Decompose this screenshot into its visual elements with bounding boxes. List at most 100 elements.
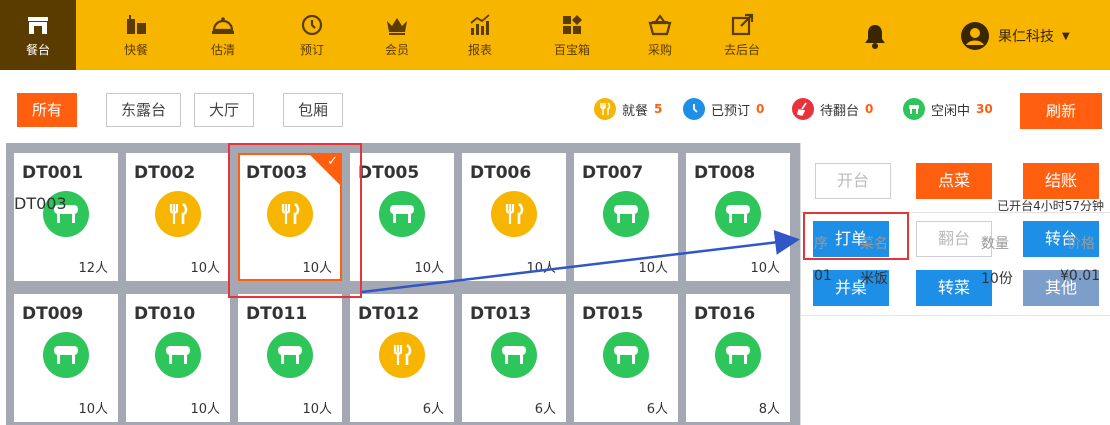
nav-toolbox[interactable]: 百宝箱	[540, 0, 604, 70]
table-capacity: 8人	[758, 402, 780, 417]
filter-private-room[interactable]: 包厢	[283, 93, 344, 127]
table-icon	[155, 332, 201, 378]
table-icon	[903, 98, 925, 120]
table-card[interactable]: DT006 10人	[462, 153, 566, 281]
nav-tables[interactable]: 餐台	[0, 0, 76, 70]
nav-label: 百宝箱	[553, 43, 590, 57]
cutlery-icon	[491, 191, 537, 237]
table-name: DT006	[470, 163, 532, 183]
table-card[interactable]: DT010 10人	[126, 294, 230, 422]
table-card[interactable]: DT002 10人	[126, 153, 230, 281]
nav-purchase[interactable]: 采购	[630, 0, 690, 70]
nav-sold-out[interactable]: 估清	[193, 0, 253, 70]
status-label: 已预订	[711, 103, 751, 119]
order-table-name: DT003	[14, 194, 67, 213]
nav-member[interactable]: 会员	[367, 0, 427, 70]
table-name: DT013	[470, 304, 532, 324]
chevron-down-icon: ▼	[1062, 30, 1070, 42]
table-name: DT008	[694, 163, 756, 183]
table-capacity: 10人	[78, 402, 108, 417]
status-count: 5	[654, 102, 663, 116]
order-panel: 开台 点菜 结账 打单 翻台 转台 并桌 转菜 其他	[800, 143, 1110, 425]
status-count: 30	[976, 102, 993, 116]
status-count: 0	[865, 102, 874, 116]
status-free: 空闲中 30	[903, 97, 993, 121]
external-link-icon	[731, 13, 754, 36]
row-price: ¥0.01	[1060, 268, 1101, 284]
broom-icon	[792, 98, 814, 120]
highlight-box-table	[228, 143, 362, 298]
nav-report[interactable]: 报表	[450, 0, 510, 70]
nav-label: 报表	[467, 43, 492, 57]
table-card[interactable]: DT007 10人	[574, 153, 678, 281]
user-menu[interactable]: 果仁科技 ▼	[960, 21, 1070, 51]
header-price: 价格	[1067, 236, 1095, 252]
table-grid: DT001 12人 DT002 10人 DT003 10人 ✓ DT005 10人 DT006 10…	[6, 143, 800, 425]
crown-icon	[387, 18, 407, 35]
table-capacity: 10人	[190, 261, 220, 276]
nav-fast-food[interactable]: 快餐	[106, 0, 166, 70]
store-icon	[28, 17, 48, 34]
nav-label: 估清	[210, 43, 235, 57]
table-icon	[491, 332, 537, 378]
refresh-button[interactable]: 刷新	[1020, 93, 1102, 129]
bell-icon[interactable]	[862, 22, 888, 50]
table-icon	[379, 191, 425, 237]
fast-food-icon	[127, 15, 146, 34]
table-name: DT016	[694, 304, 756, 324]
table-name: DT002	[134, 163, 196, 183]
table-card[interactable]: DT012 6人	[350, 294, 454, 422]
header-qty: 数量	[981, 236, 1009, 252]
cutlery-icon	[594, 98, 616, 120]
highlight-box-print	[803, 212, 909, 260]
cloche-icon	[212, 17, 234, 34]
table-card[interactable]: DT009 10人	[14, 294, 118, 422]
table-card[interactable]: DT005 10人	[350, 153, 454, 281]
open-table-button[interactable]: 开台	[815, 163, 891, 199]
table-name: DT011	[246, 304, 308, 324]
table-card[interactable]: DT016 8人	[686, 294, 790, 422]
table-icon	[267, 332, 313, 378]
table-capacity: 10人	[302, 402, 332, 417]
order-dish-button[interactable]: 点菜	[916, 163, 992, 199]
table-name: DT012	[358, 304, 420, 324]
table-card[interactable]: DT015 6人	[574, 294, 678, 422]
nav-label: 预订	[299, 43, 324, 57]
filter-hall[interactable]: 大厅	[194, 93, 255, 127]
status-label: 待翻台	[820, 103, 860, 119]
filter-all[interactable]: 所有	[17, 93, 78, 127]
cutlery-icon	[379, 332, 425, 378]
cutlery-icon	[155, 191, 201, 237]
status-count: 0	[756, 102, 765, 116]
status-reserved: 已预订 0	[683, 97, 764, 121]
nav-label: 会员	[384, 43, 409, 57]
nav-reservation[interactable]: 预订	[282, 0, 342, 70]
nav-backend[interactable]: 去后台	[710, 0, 774, 70]
table-capacity: 12人	[78, 261, 108, 276]
filter-dong-terrace[interactable]: 东露台	[106, 93, 182, 127]
table-card[interactable]: DT001 12人	[14, 153, 118, 281]
user-name: 果仁科技	[998, 29, 1054, 45]
order-elapsed-time: 已开台4小时57分钟	[997, 199, 1104, 213]
table-card[interactable]: DT013 6人	[462, 294, 566, 422]
table-capacity: 6人	[422, 402, 444, 417]
row-seq: 01	[814, 268, 832, 284]
table-icon	[715, 191, 761, 237]
table-name: DT005	[358, 163, 420, 183]
table-name: DT015	[582, 304, 644, 324]
table-name: DT001	[22, 163, 84, 183]
table-card[interactable]: DT011 10人	[238, 294, 342, 422]
clock-icon	[683, 98, 705, 120]
row-dish: 米饭	[860, 271, 888, 287]
table-capacity: 10人	[414, 261, 444, 276]
status-dining: 就餐 5	[594, 97, 662, 121]
table-icon	[715, 332, 761, 378]
nav-label: 餐台	[25, 43, 50, 57]
table-icon	[603, 332, 649, 378]
chart-icon	[470, 14, 490, 35]
status-to-turnover: 待翻台 0	[792, 97, 873, 121]
status-label: 就餐	[622, 103, 649, 119]
table-card[interactable]: DT008 10人	[686, 153, 790, 281]
status-label: 空闲中	[931, 103, 971, 119]
checkout-button[interactable]: 结账	[1023, 163, 1099, 199]
